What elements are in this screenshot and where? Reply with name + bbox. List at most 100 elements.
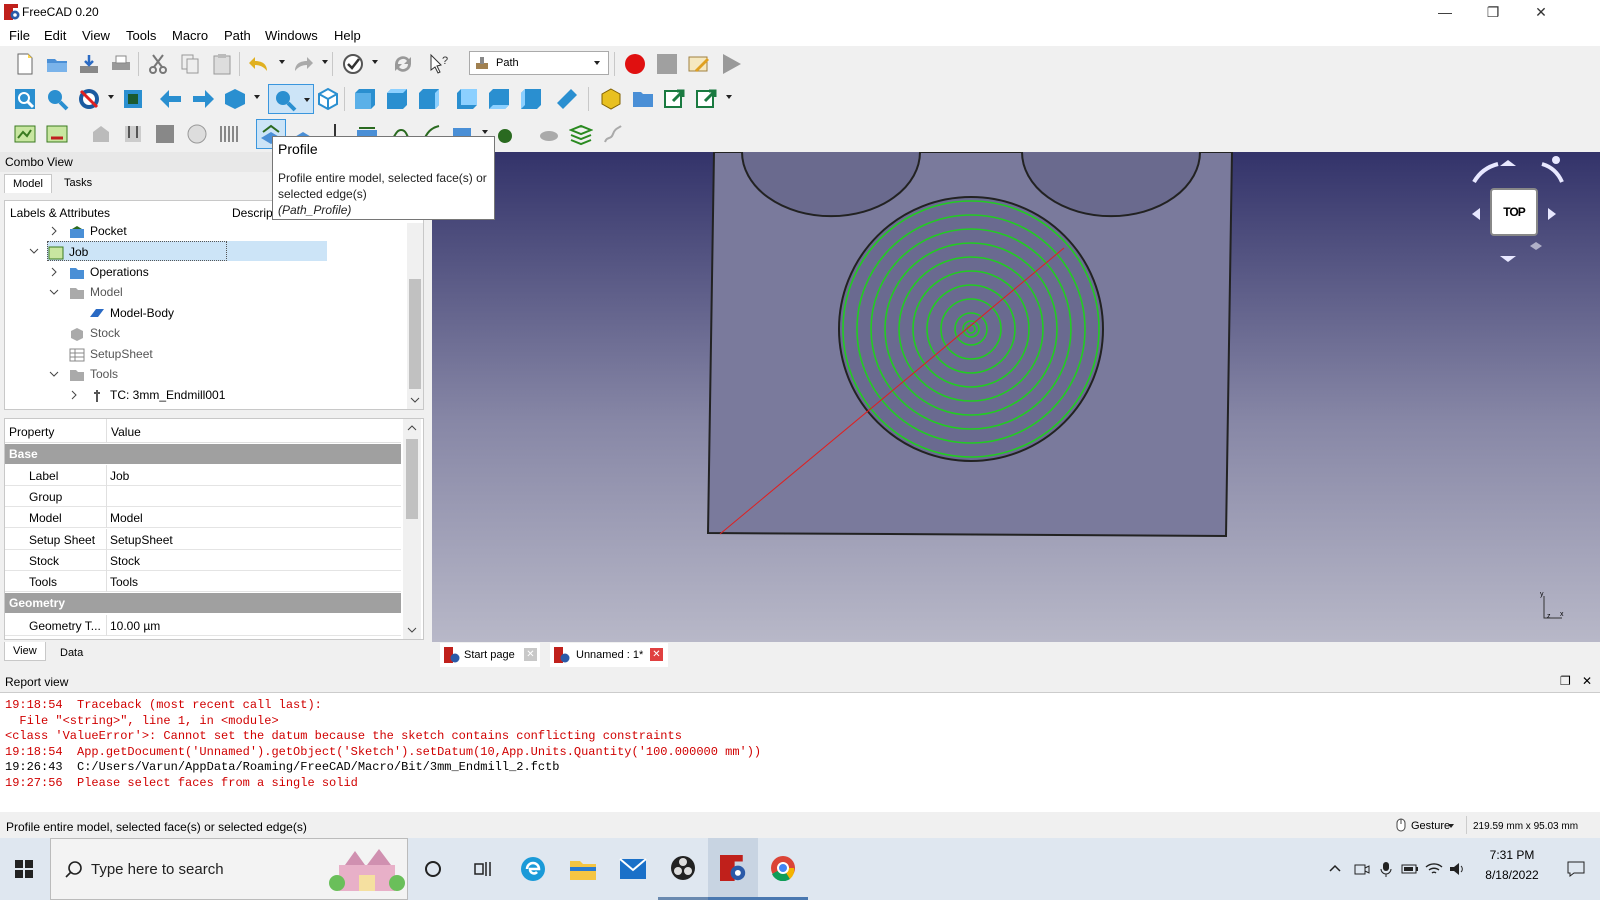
sanity-check-button[interactable] — [600, 121, 626, 147]
workbench-selector[interactable]: Path — [469, 51, 609, 75]
chevron-right-icon[interactable] — [49, 226, 59, 236]
task-view-button[interactable] — [458, 838, 508, 900]
notifications-button[interactable] — [1556, 838, 1596, 900]
tree-item-operations[interactable]: Operations — [69, 262, 149, 282]
scroll-down-icon[interactable] — [407, 625, 417, 635]
rear-view-button[interactable] — [454, 86, 480, 112]
restore-button[interactable]: ❐ — [1470, 0, 1516, 24]
link-actions-button[interactable] — [694, 86, 720, 112]
fit-all-button[interactable] — [12, 86, 38, 112]
property-row-stock[interactable]: Stock Stock — [5, 550, 401, 571]
tree-header-description[interactable]: Descript — [229, 201, 276, 223]
simulator-button[interactable] — [536, 121, 562, 147]
close-button[interactable]: ✕ — [1518, 0, 1564, 24]
battery-tray[interactable] — [1398, 838, 1422, 900]
wifi-tray[interactable] — [1422, 838, 1446, 900]
menu-tools[interactable]: Tools — [126, 28, 156, 43]
property-value[interactable]: 10.00 µm — [110, 619, 160, 633]
property-value[interactable]: Job — [110, 469, 129, 483]
property-scrollbar-thumb[interactable] — [406, 439, 418, 519]
create-group-button[interactable] — [630, 86, 656, 112]
front-view-button[interactable] — [352, 86, 378, 112]
bottom-view-button[interactable] — [486, 86, 512, 112]
report-view[interactable]: 19:18:54 Traceback (most recent call las… — [0, 692, 1600, 812]
navigation-dropdown-icon[interactable] — [254, 95, 260, 99]
tree-scrollbar-thumb[interactable] — [409, 279, 421, 389]
3d-viewport[interactable]: TOP y x z — [432, 152, 1600, 642]
menu-macro[interactable]: Macro — [172, 28, 208, 43]
tab-unnamed[interactable]: Unnamed : 1* ✕ — [550, 643, 668, 667]
property-value[interactable]: Stock — [110, 554, 140, 568]
property-row-setup-sheet[interactable]: Setup Sheet SetupSheet — [5, 529, 401, 550]
tab-model[interactable]: Model — [4, 174, 52, 193]
cut-button[interactable] — [145, 51, 171, 77]
taskbar-chrome[interactable] — [758, 838, 808, 900]
isometric-view-button[interactable] — [315, 86, 341, 112]
chevron-down-icon[interactable] — [49, 369, 59, 379]
save-button[interactable] — [76, 51, 102, 77]
value-column-header[interactable]: Value — [111, 425, 141, 439]
undo-dropdown-icon[interactable] — [279, 60, 285, 64]
tree-item-model[interactable]: Model — [69, 282, 123, 302]
open-button[interactable] — [44, 51, 70, 77]
chevron-right-icon[interactable] — [49, 267, 59, 277]
property-row-tools[interactable]: Tools Tools — [5, 571, 401, 592]
dressup-button[interactable] — [492, 121, 518, 147]
taskbar-search-box[interactable]: Type here to search — [50, 838, 408, 900]
tab-data[interactable]: Data — [52, 644, 91, 662]
tree-item-job[interactable]: Job — [47, 241, 227, 261]
tab-tasks[interactable]: Tasks — [56, 174, 100, 192]
property-group-base[interactable]: Base — [5, 444, 401, 464]
property-scrollbar[interactable] — [403, 419, 421, 639]
inspect-gcode-button[interactable] — [568, 121, 594, 147]
left-view-button[interactable] — [518, 86, 544, 112]
chevron-down-icon[interactable] — [29, 246, 39, 256]
back-button[interactable] — [158, 86, 184, 112]
tree-scrollbar[interactable] — [407, 223, 423, 409]
stop-button[interactable] — [152, 121, 178, 147]
tab-view[interactable]: View — [4, 642, 46, 661]
draw-style-button[interactable] — [76, 86, 102, 112]
volume-tray[interactable] — [1446, 838, 1470, 900]
property-row-group[interactable]: Group — [5, 486, 401, 507]
taskbar-edge[interactable] — [508, 838, 558, 900]
clock[interactable]: 7:31 PM 8/18/2022 — [1474, 844, 1550, 894]
menu-windows[interactable]: Windows — [265, 28, 318, 43]
menu-edit[interactable]: Edit — [44, 28, 66, 43]
link-dropdown-icon[interactable] — [726, 95, 732, 99]
fixture-button[interactable] — [88, 121, 114, 147]
print-button[interactable] — [108, 51, 134, 77]
undo-button[interactable] — [246, 51, 272, 77]
workbench-check-dropdown-icon[interactable] — [372, 60, 378, 64]
operations-dropdown-icon[interactable] — [482, 130, 488, 134]
navcube-top-face[interactable]: TOP — [1490, 188, 1538, 236]
job-button[interactable] — [12, 121, 38, 147]
post-process-button[interactable] — [44, 121, 70, 147]
meet-now-tray[interactable] — [1350, 838, 1374, 900]
close-tab-icon[interactable]: ✕ — [650, 648, 663, 661]
edit-macro-button[interactable] — [686, 51, 712, 77]
tree-header-labels[interactable]: Labels & Attributes — [7, 201, 227, 223]
property-row-label[interactable]: Label Job — [5, 465, 401, 486]
bounding-box-button[interactable] — [120, 86, 146, 112]
navigation-cube[interactable]: TOP — [1452, 152, 1582, 272]
menu-view[interactable]: View — [82, 28, 110, 43]
tree-item-tool-controller[interactable]: TC: 3mm_Endmill001 — [89, 385, 225, 405]
whats-this-button[interactable]: ? — [426, 51, 452, 77]
navigation-button[interactable] — [222, 86, 248, 112]
taskbar-mail[interactable] — [608, 838, 658, 900]
property-row-model[interactable]: Model Model — [5, 507, 401, 528]
taskbar-obs[interactable] — [658, 838, 708, 900]
redo-dropdown-icon[interactable] — [322, 60, 328, 64]
property-column-header[interactable]: Property — [9, 425, 54, 439]
create-part-button[interactable] — [598, 86, 624, 112]
navigation-style-selector[interactable]: Gesture — [1392, 817, 1456, 835]
taskbar-file-explorer[interactable] — [558, 838, 608, 900]
refresh-button[interactable] — [390, 51, 416, 77]
refresh-workbench-button[interactable] — [340, 51, 366, 77]
chevron-down-icon[interactable] — [49, 287, 59, 297]
menu-path[interactable]: Path — [224, 28, 251, 43]
start-button[interactable] — [0, 838, 48, 900]
property-value[interactable]: Tools — [110, 575, 138, 589]
minimize-button[interactable]: — — [1422, 0, 1468, 24]
